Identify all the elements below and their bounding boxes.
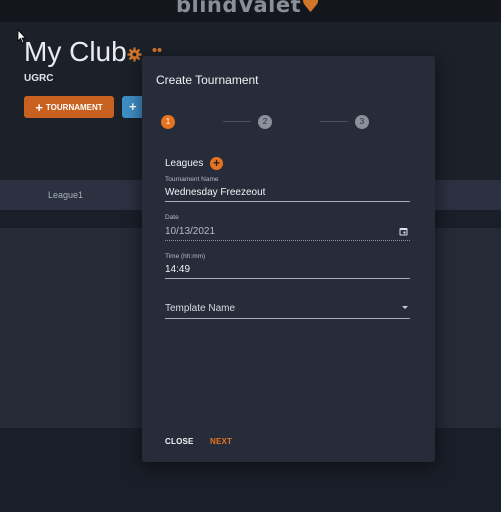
stepper-connector: [320, 121, 348, 122]
add-tournament-button[interactable]: + TOURNAMENT: [24, 96, 114, 118]
step-1-indicator[interactable]: 1: [161, 115, 175, 129]
template-select[interactable]: Template Name: [165, 303, 410, 319]
top-bar: blindValet♥: [0, 0, 501, 22]
create-tournament-dialog: Create Tournament 1 2 3 Leagues + Tourna…: [142, 56, 435, 462]
date-label: Date: [165, 214, 179, 221]
tournament-name-label: Tournament Name: [165, 176, 219, 183]
step-2-indicator[interactable]: 2: [258, 115, 272, 129]
gear-icon[interactable]: [127, 47, 142, 62]
step-3-indicator[interactable]: 3: [355, 115, 369, 129]
page-title: My Club: [24, 36, 127, 67]
calendar-icon[interactable]: [399, 227, 408, 236]
add-tournament-label: TOURNAMENT: [45, 102, 103, 112]
template-placeholder: Template Name: [165, 303, 236, 314]
league-name: League1: [48, 190, 84, 200]
add-league-button[interactable]: +: [210, 157, 223, 170]
stepper-connector: [223, 121, 251, 122]
plus-icon: +: [129, 99, 137, 114]
dialog-title: Create Tournament: [156, 73, 259, 87]
club-subtitle: UGRC: [24, 73, 54, 84]
time-label: Time (hh:mm): [165, 253, 206, 260]
cursor-icon: [17, 29, 27, 44]
tournament-name-field[interactable]: Wednesday Freezeout: [165, 187, 410, 202]
chevron-down-icon: [402, 306, 408, 309]
app-logo[interactable]: blindValet♥: [176, 0, 321, 17]
close-button[interactable]: CLOSE: [165, 437, 194, 446]
more-dots-icon[interactable]: [152, 47, 162, 53]
time-field[interactable]: 14:49: [165, 264, 410, 279]
date-field[interactable]: 10/13/2021: [165, 226, 410, 241]
next-button[interactable]: NEXT: [210, 437, 232, 446]
plus-icon: +: [35, 99, 43, 115]
leagues-label: Leagues: [165, 158, 204, 169]
heart-icon: ♥: [301, 0, 321, 17]
